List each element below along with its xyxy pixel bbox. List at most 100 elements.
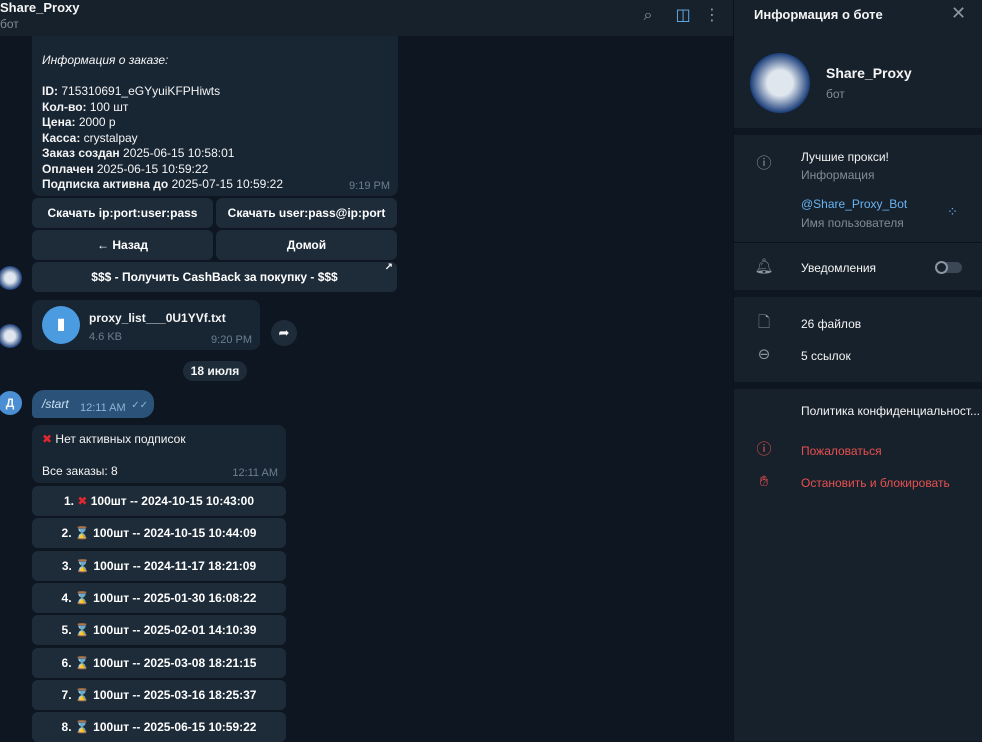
qr-code-icon[interactable]: ⁘: [947, 204, 958, 220]
order-button[interactable]: 4. ⌛ 100шт -- 2025-01-30 16:08:22: [32, 582, 286, 613]
notifications-toggle[interactable]: [935, 261, 962, 274]
search-icon[interactable]: ⌕: [638, 6, 658, 26]
files-count[interactable]: 26 файлов: [801, 317, 861, 331]
hand-stop-icon: ✋︎: [759, 473, 769, 490]
message-time: 12:11 AM: [80, 402, 126, 414]
file-icon[interactable]: ▮: [42, 306, 80, 344]
label: Кол-во:: [42, 99, 87, 114]
divider: [734, 128, 982, 135]
user-avatar[interactable]: Д: [0, 391, 22, 415]
cashback-label: $$$ - Получить CashBack за покупку - $$$: [91, 270, 338, 284]
hourglass-icon: ⌛: [75, 558, 91, 573]
file-name: proxy_list___0U1YVf.txt: [89, 311, 226, 325]
hourglass-icon: ⌛: [74, 687, 90, 702]
order-number: 2.: [61, 526, 72, 541]
close-icon[interactable]: ✕: [951, 3, 966, 24]
order-paid: 2025-06-15 10:59:22: [96, 161, 209, 176]
order-number: 7.: [61, 687, 72, 702]
status-message: ✖ Нет активных подписок Все заказы: 8 12…: [32, 425, 286, 483]
bot-avatar[interactable]: [0, 324, 22, 348]
order-text: 100шт -- 2025-06-15 10:59:22: [93, 720, 257, 735]
chat-header[interactable]: Share_Proxy бот ⌕ ◫ ⋮: [0, 0, 733, 36]
read-checkmarks-icon: ✓✓: [131, 400, 148, 411]
order-qty: 100 шт: [89, 99, 129, 114]
order-kassa: crystalpay: [83, 130, 138, 145]
order-text: 100шт -- 2025-01-30 16:08:22: [93, 590, 257, 605]
bot-avatar[interactable]: [0, 266, 22, 290]
bot-name: Share_Proxy: [826, 65, 912, 81]
order-price: 2000 р: [78, 115, 116, 129]
privacy-policy-link[interactable]: Политика конфиденциальност...: [801, 404, 980, 418]
cross-icon: ✖: [77, 494, 88, 508]
chat-area: Share_Proxy бот ⌕ ◫ ⋮ Информация о заказ…: [0, 0, 733, 742]
order-text: 100шт -- 2025-02-01 14:10:39: [93, 623, 257, 638]
order-number: 8.: [61, 720, 72, 735]
bot-subtitle: бот: [826, 87, 845, 101]
bio-text: Лучшие прокси!: [801, 150, 889, 164]
user-message: /start 12:11 AM ✓✓: [32, 390, 154, 418]
order-button[interactable]: 5. ⌛ 100шт -- 2025-02-01 14:10:39: [32, 615, 286, 646]
label: Касса:: [42, 130, 81, 145]
info-icon: ⓘ: [756, 155, 772, 172]
hourglass-icon: ⌛: [74, 720, 90, 735]
order-number: 1.: [63, 494, 74, 508]
order-text: 100шт -- 2025-03-08 18:21:15: [93, 655, 257, 670]
cross-icon: ✖: [42, 432, 53, 446]
order-id: 715310691_eGYyuiKFPHiwts: [61, 84, 221, 98]
order-number: 3.: [61, 558, 72, 573]
order-button[interactable]: 8. ⌛ 100шт -- 2025-06-15 10:59:22: [32, 712, 286, 742]
download-ip-port-button[interactable]: Скачать ip:port:user:pass: [32, 198, 213, 228]
panel-title: Информация о боте: [754, 7, 883, 22]
bot-profile-avatar[interactable]: [750, 53, 810, 113]
external-link-icon: ↗: [384, 262, 393, 273]
order-active: 2025-07-15 10:59:22: [171, 177, 284, 191]
label: ID:: [42, 84, 58, 98]
message-time: 9:19 PM: [349, 180, 390, 192]
link-icon: ⊖: [757, 346, 771, 363]
chat-title: Share_Proxy: [0, 0, 80, 15]
username-link[interactable]: @Share_Proxy_Bot: [801, 197, 907, 211]
divider: [734, 242, 982, 243]
home-button[interactable]: Домой: [216, 230, 397, 260]
hourglass-icon: ⌛: [74, 526, 90, 541]
date-separator: 18 июля: [183, 361, 247, 381]
back-button[interactable]: ← Назад: [32, 230, 213, 260]
label: Заказ создан: [42, 146, 120, 160]
links-count[interactable]: 5 ссылок: [801, 349, 851, 363]
message-time: 9:20 PM: [211, 334, 252, 346]
sidebar-toggle-icon[interactable]: ◫: [673, 6, 693, 26]
cashback-button[interactable]: $$$ - Получить CashBack за покупку - $$$…: [32, 262, 397, 292]
hourglass-icon: ⌛: [74, 623, 90, 638]
order-button[interactable]: 2. ⌛ 100шт -- 2024-10-15 10:44:09: [32, 518, 286, 549]
order-button[interactable]: 3. ⌛ 100шт -- 2024-11-17 18:21:09: [32, 550, 286, 581]
command-text[interactable]: /start: [42, 397, 69, 411]
bio-label: Информация: [801, 168, 875, 182]
file-size: 4.6 KB: [89, 331, 123, 343]
download-user-pass-button[interactable]: Скачать user:pass@ip:port: [216, 198, 397, 228]
label: Цена:: [42, 115, 76, 129]
order-heading: Информация о заказе:: [42, 53, 169, 67]
bot-info-panel: Информация о боте ✕ Share_Proxy бот ⓘ Лу…: [733, 0, 982, 741]
more-icon[interactable]: ⋮: [702, 6, 722, 26]
label: Подписка активна до: [42, 177, 169, 191]
chat-subtitle: бот: [0, 17, 19, 31]
order-button[interactable]: 7. ⌛ 100шт -- 2025-03-16 18:25:37: [32, 679, 286, 710]
status-text: Нет активных подписок: [55, 432, 186, 446]
hourglass-icon: ⌛: [74, 655, 90, 670]
block-button[interactable]: Остановить и блокировать: [801, 476, 950, 490]
orders-count: Все заказы: 8: [42, 464, 118, 478]
report-button[interactable]: Пожаловаться: [801, 444, 882, 458]
label: Оплачен: [42, 161, 94, 176]
order-created: 2025-06-15 10:58:01: [123, 146, 235, 160]
forward-icon[interactable]: ➦: [271, 320, 297, 346]
order-text: 100шт -- 2024-10-15 10:43:00: [90, 494, 255, 508]
order-info-message: Информация о заказе: ID: 715310691_eGYyu…: [32, 36, 398, 196]
divider: [734, 382, 982, 389]
order-button[interactable]: 6. ⌛ 100шт -- 2025-03-08 18:21:15: [32, 647, 286, 678]
order-text: 100шт -- 2024-11-17 18:21:09: [93, 558, 257, 573]
warning-icon: ⓘ: [756, 441, 772, 458]
file-message[interactable]: ▮ proxy_list___0U1YVf.txt 4.6 KB 9:20 PM: [32, 300, 260, 350]
bell-icon: 🔔︎: [754, 258, 774, 275]
order-button[interactable]: 1. ✖ 100шт -- 2024-10-15 10:43:00: [32, 486, 286, 516]
order-text: 100шт -- 2024-10-15 10:44:09: [93, 526, 257, 541]
